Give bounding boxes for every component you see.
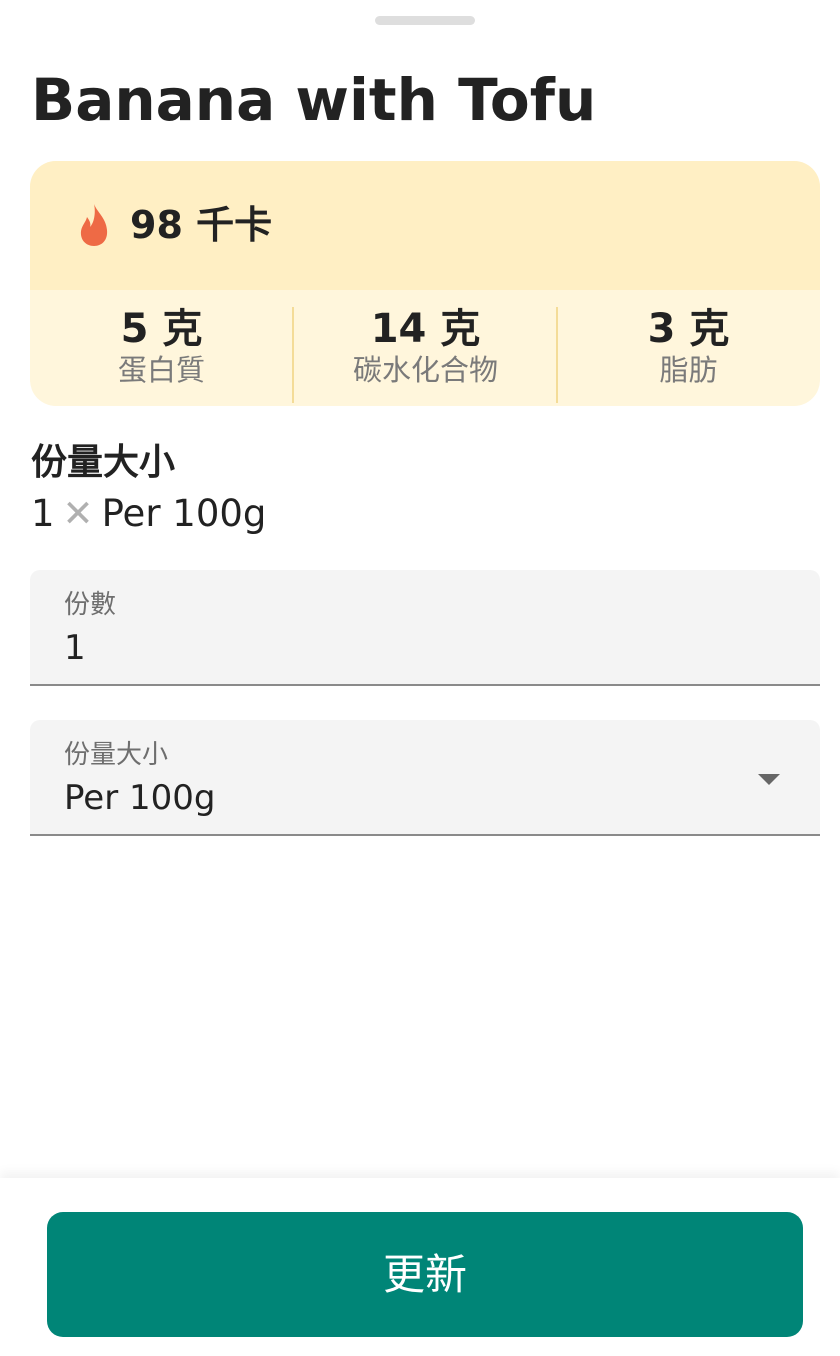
times-icon: ✕ (62, 492, 94, 535)
update-button[interactable]: 更新 (47, 1212, 803, 1337)
macro-fat-label: 脂肪 (659, 353, 718, 387)
macro-carbs-label: 碳水化合物 (352, 353, 498, 387)
macro-carbs-amount: 14 克 (370, 306, 481, 352)
serving-summary: 1 ✕ Per 100g (31, 490, 266, 538)
calorie-value: 98 千卡 (130, 203, 273, 247)
macro-carbs: 14 克 碳水化合物 (294, 290, 557, 406)
macro-fat: 3 克 脂肪 (557, 290, 820, 406)
macro-protein-label: 蛋白質 (117, 353, 205, 387)
page-title: Banana with Tofu (31, 66, 597, 134)
bottom-action-bar: 更新 (0, 1178, 840, 1356)
servings-field[interactable]: 份數 1 (30, 570, 820, 686)
macro-protein: 5 克 蛋白質 (30, 290, 293, 406)
serving-size-heading: 份量大小 (31, 442, 176, 483)
dropdown-arrow-icon[interactable] (758, 774, 780, 785)
servings-field-label: 份數 (64, 590, 117, 620)
calorie-row: 98 千卡 (30, 161, 820, 290)
serving-size-dropdown-label: 份量大小 (64, 740, 169, 770)
drag-handle[interactable] (375, 16, 475, 25)
macro-fat-amount: 3 克 (647, 306, 730, 352)
serving-size-dropdown-value[interactable]: Per 100g (64, 776, 215, 820)
serving-size-dropdown[interactable]: 份量大小 Per 100g (30, 720, 820, 836)
serving-count: 1 (31, 492, 55, 535)
bottom-sheet: Banana with Tofu 98 千卡 5 克 蛋白質 14 克 碳水化合… (0, 0, 840, 1356)
serving-size-text: Per 100g (101, 492, 267, 535)
nutrition-card: 98 千卡 5 克 蛋白質 14 克 碳水化合物 3 克 脂肪 (30, 161, 820, 406)
servings-field-value[interactable]: 1 (64, 626, 86, 670)
flame-icon (80, 204, 108, 246)
macro-protein-amount: 5 克 (120, 306, 203, 352)
